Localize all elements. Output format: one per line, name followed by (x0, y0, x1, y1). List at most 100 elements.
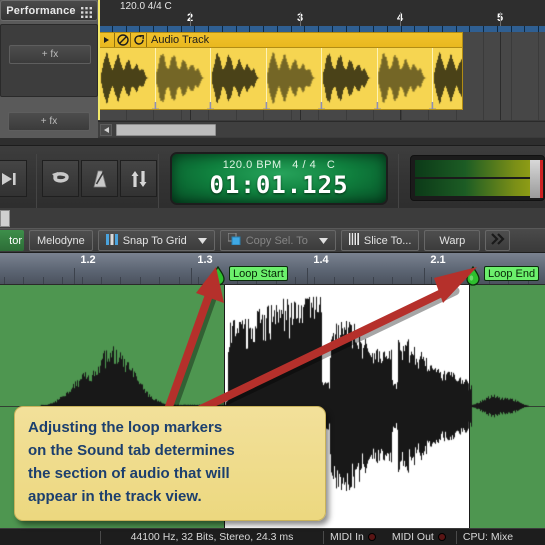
wave-ruler-tick (62, 277, 63, 284)
wave-ruler-major-tick (74, 268, 75, 284)
divider (36, 154, 37, 210)
time-display[interactable]: 120.0 BPM 4 / 4 C 01:01.125 (170, 152, 388, 205)
loop-rotate-icon[interactable] (131, 33, 146, 48)
warp-label: Warp (439, 234, 466, 247)
midi-out-status: MIDI Out (386, 531, 456, 543)
timeline-major-line (500, 12, 501, 26)
timeline-major-line (190, 12, 191, 26)
toolbar-overflow-button[interactable] (485, 230, 511, 251)
wave-ruler-tick (411, 277, 412, 284)
sub-strip (0, 208, 545, 228)
wave-ruler-number: 1.2 (80, 254, 96, 266)
metronome-button[interactable] (81, 160, 118, 197)
wave-ruler-tick (101, 277, 102, 284)
slice-handle-icon[interactable] (263, 99, 270, 109)
stereo-level-meter (410, 155, 545, 201)
copy-icon (227, 232, 241, 248)
wave-ruler-major-tick (191, 268, 192, 284)
timeline-major-line (400, 12, 401, 26)
playback-position: 01:01.125 (209, 170, 349, 199)
transport-group-middle (42, 160, 157, 197)
section-divider (0, 138, 545, 145)
go-to-end-button[interactable] (0, 160, 27, 197)
meter-channel-left (415, 160, 540, 177)
track-view-section: Performance + fx + fx 120.0 4/4 C 2345 (0, 0, 545, 145)
tab-editor[interactable]: tor (0, 230, 24, 251)
console-strip: Performance + fx + fx (0, 0, 98, 145)
add-fx-button-a[interactable]: + fx (9, 45, 91, 64)
slice-handle-icon[interactable] (152, 99, 159, 109)
channel-strip-panel-a: + fx (0, 24, 98, 97)
horizontal-scrollbar[interactable] (98, 121, 545, 137)
loop-start-label[interactable]: Loop Start (229, 266, 288, 281)
audio-clip[interactable]: Audio Track (98, 32, 463, 110)
wave-ruler-major-tick (307, 268, 308, 284)
wave-ruler-tick (431, 277, 432, 284)
wave-ruler-tick (353, 277, 354, 284)
midi-out-label: MIDI Out (391, 531, 434, 543)
wave-ruler-tick (450, 277, 451, 284)
wave-ruler-tick (82, 277, 83, 284)
status-bar: 44100 Hz, 32 Bits, Stereo, 24.3 ms MIDI … (0, 528, 545, 545)
chevron-down-icon[interactable] (197, 235, 207, 247)
wave-ruler-tick (295, 277, 296, 284)
snap-to-grid-dropdown[interactable]: Snap To Grid (97, 230, 215, 251)
loop-end-label[interactable]: Loop End (484, 266, 540, 281)
wave-ruler-tick (140, 277, 141, 284)
timeline-ruler[interactable]: 120.0 4/4 C 2345 (98, 0, 545, 32)
melodyne-button[interactable]: Melodyne (29, 230, 93, 251)
add-fx-button-b[interactable]: + fx (8, 112, 90, 131)
slice-handle-icon[interactable] (374, 99, 381, 109)
input-output-button[interactable] (120, 160, 157, 197)
loop-end-pin-icon[interactable] (466, 265, 480, 291)
wave-ruler-tick (334, 277, 335, 284)
transport-group-left (0, 160, 27, 197)
tempo-value: 120.0 BPM (222, 158, 282, 171)
slice-to-label: Slice To... (363, 234, 412, 247)
midi-in-label: MIDI In (330, 531, 364, 543)
panel-collapse-handle[interactable] (0, 210, 10, 227)
warp-button[interactable]: Warp (424, 230, 481, 251)
timeline-tempo-info: 120.0 4/4 C (120, 1, 172, 12)
application-window: Performance + fx + fx 120.0 4/4 C 2345 (0, 0, 545, 545)
wave-ruler-tick (43, 277, 44, 284)
chevron-left-icon[interactable] (100, 124, 112, 136)
wave-ruler-tick (159, 277, 160, 284)
wave-ruler-tick (198, 277, 199, 284)
track-lane[interactable]: Audio Track (98, 32, 545, 120)
copy-sel-to-dropdown[interactable]: Copy Sel. To (219, 230, 336, 251)
callout-line-3: the section of audio that will (28, 465, 230, 482)
clip-name-label: Audio Track (151, 34, 210, 46)
playhead-line (98, 0, 100, 120)
midi-out-led-icon (437, 533, 446, 541)
slice-icon (348, 233, 359, 248)
slice-handle-icon[interactable] (318, 99, 325, 109)
slice-handle-icon[interactable] (207, 99, 214, 109)
midi-in-led-icon (367, 533, 376, 541)
clip-header[interactable]: Audio Track (98, 32, 463, 48)
time-display-info: 120.0 BPM 4 / 4 C (223, 159, 336, 171)
timeline-major-line (300, 12, 301, 26)
wave-ruler-tick (120, 277, 121, 284)
snap-to-grid-label: Snap To Grid (122, 234, 187, 247)
callout-line-4: appear in the track view. (28, 488, 202, 505)
cpu-status: CPU: Mixe (462, 531, 514, 543)
wave-ruler-tick (392, 277, 393, 284)
meter-channel-right (415, 179, 540, 196)
slice-handle-icon[interactable] (429, 99, 436, 109)
chevron-down-icon[interactable] (318, 235, 328, 247)
wave-ruler-tick (23, 277, 24, 284)
wave-ruler-number: 2.1 (430, 254, 446, 266)
loop-start-pin-icon[interactable] (211, 265, 225, 291)
grid-icon[interactable] (80, 5, 92, 18)
grid-bars-icon (105, 233, 118, 248)
performance-bar[interactable]: Performance (0, 0, 98, 21)
triangle-right-icon[interactable] (99, 33, 114, 48)
scrollbar-thumb[interactable] (116, 124, 216, 136)
loop-toggle-button[interactable] (42, 160, 79, 197)
slice-to-button[interactable]: Slice To... (340, 230, 420, 251)
callout-line-1: Adjusting the loop markers (28, 419, 223, 436)
no-entry-icon[interactable] (115, 33, 130, 48)
divider (158, 154, 159, 210)
clip-waveform[interactable] (98, 48, 463, 110)
